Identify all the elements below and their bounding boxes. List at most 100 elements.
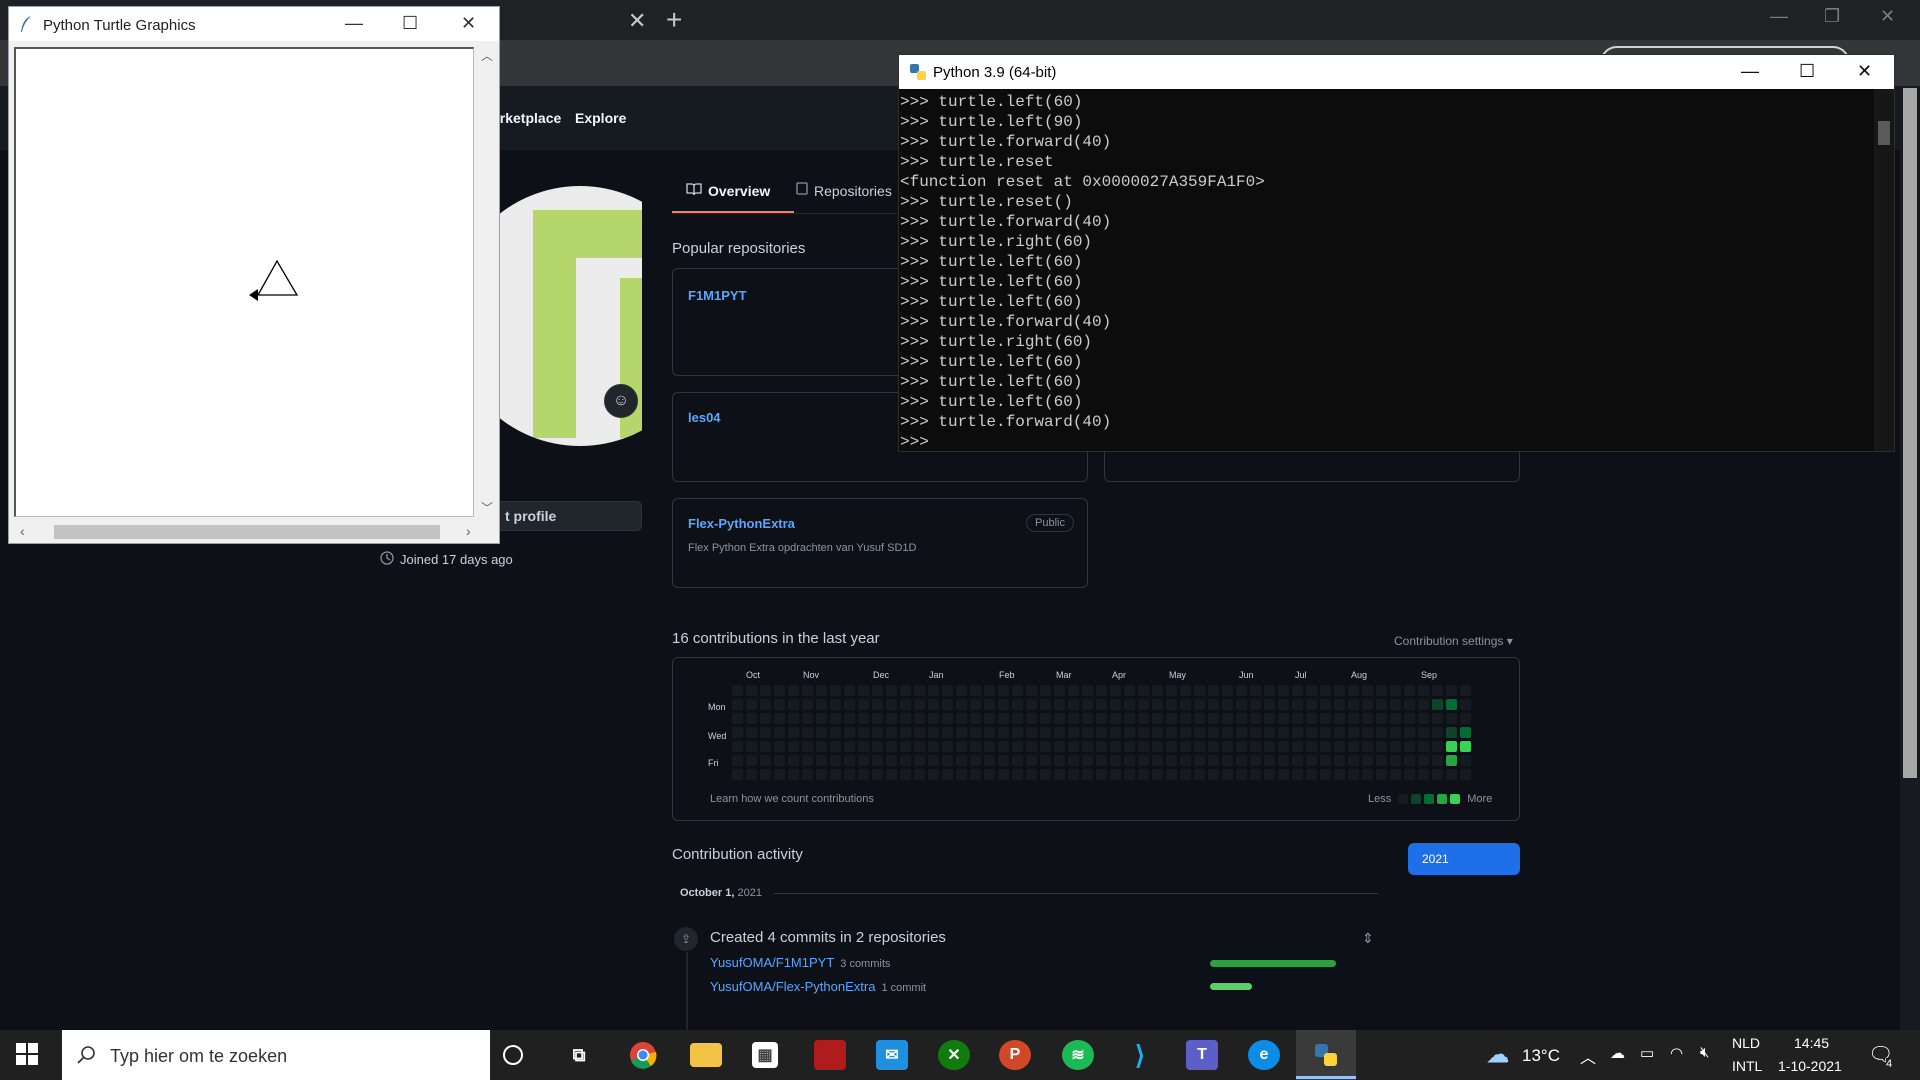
- contribution-day-cell[interactable]: [1348, 685, 1359, 696]
- contribution-day-cell[interactable]: [788, 741, 799, 752]
- contribution-day-cell[interactable]: [1026, 755, 1037, 766]
- contribution-day-cell[interactable]: [1040, 755, 1051, 766]
- contribution-day-cell[interactable]: [1236, 713, 1247, 724]
- repo-link-les04[interactable]: les04: [688, 410, 721, 425]
- contribution-day-cell[interactable]: [1110, 769, 1121, 780]
- contribution-day-cell[interactable]: [1110, 741, 1121, 752]
- contribution-day-cell[interactable]: [1068, 685, 1079, 696]
- contribution-day-cell[interactable]: [886, 699, 897, 710]
- contribution-day-cell[interactable]: [1208, 769, 1219, 780]
- contribution-day-cell[interactable]: [970, 741, 981, 752]
- contribution-day-cell[interactable]: [998, 769, 1009, 780]
- contribution-day-cell[interactable]: [956, 769, 967, 780]
- contribution-day-cell[interactable]: [1096, 685, 1107, 696]
- contribution-day-cell[interactable]: [1390, 685, 1401, 696]
- contribution-day-cell[interactable]: [956, 685, 967, 696]
- contribution-day-cell[interactable]: [1138, 741, 1149, 752]
- turtle-close-button[interactable]: ✕: [461, 13, 476, 34]
- contribution-day-cell[interactable]: [1334, 685, 1345, 696]
- contribution-day-cell[interactable]: [1404, 755, 1415, 766]
- file-explorer-icon[interactable]: [690, 1043, 722, 1067]
- contribution-day-cell[interactable]: [1110, 685, 1121, 696]
- contribution-day-cell[interactable]: [998, 755, 1009, 766]
- browser-tab-close-button[interactable]: ✕: [628, 8, 646, 34]
- contribution-day-cell[interactable]: [1446, 755, 1457, 766]
- contribution-day-cell[interactable]: [942, 713, 953, 724]
- contribution-day-cell[interactable]: [802, 755, 813, 766]
- contribution-day-cell[interactable]: [886, 685, 897, 696]
- contribution-day-cell[interactable]: [788, 755, 799, 766]
- contribution-day-cell[interactable]: [1194, 741, 1205, 752]
- contribution-day-cell[interactable]: [872, 741, 883, 752]
- contribution-day-cell[interactable]: [872, 755, 883, 766]
- contribution-day-cell[interactable]: [1026, 713, 1037, 724]
- contribution-day-cell[interactable]: [1124, 713, 1135, 724]
- vscode-icon[interactable]: ⟩: [1124, 1040, 1156, 1070]
- contribution-day-cell[interactable]: [746, 741, 757, 752]
- contribution-day-cell[interactable]: [732, 727, 743, 738]
- contribution-day-cell[interactable]: [1306, 769, 1317, 780]
- contribution-day-cell[interactable]: [1194, 755, 1205, 766]
- contribution-day-cell[interactable]: [1278, 685, 1289, 696]
- contribution-day-cell[interactable]: [802, 699, 813, 710]
- contribution-day-cell[interactable]: [732, 685, 743, 696]
- contribution-day-cell[interactable]: [900, 727, 911, 738]
- contribution-day-cell[interactable]: [1194, 727, 1205, 738]
- contribution-day-cell[interactable]: [970, 699, 981, 710]
- contribution-day-cell[interactable]: [984, 769, 995, 780]
- contribution-day-cell[interactable]: [1278, 727, 1289, 738]
- contribution-day-cell[interactable]: [732, 755, 743, 766]
- contribution-day-cell[interactable]: [900, 699, 911, 710]
- contribution-day-cell[interactable]: [1054, 713, 1065, 724]
- contribution-day-cell[interactable]: [802, 741, 813, 752]
- contribution-day-cell[interactable]: [1208, 727, 1219, 738]
- contribution-day-cell[interactable]: [872, 713, 883, 724]
- repo-link-f1m1pyt[interactable]: F1M1PYT: [688, 288, 747, 303]
- commit-row[interactable]: YusufOMA/Flex-PythonExtra 1 commit: [710, 979, 926, 994]
- contribution-day-cell[interactable]: [1348, 727, 1359, 738]
- contribution-day-cell[interactable]: [1390, 755, 1401, 766]
- contribution-day-cell[interactable]: [1040, 727, 1051, 738]
- contribution-day-cell[interactable]: [1222, 755, 1233, 766]
- tab-overview[interactable]: Overview: [686, 182, 770, 199]
- contribution-day-cell[interactable]: [1362, 769, 1373, 780]
- contribution-day-cell[interactable]: [1250, 685, 1261, 696]
- new-tab-button[interactable]: +: [666, 4, 682, 36]
- clock-time[interactable]: 14:45: [1794, 1035, 1829, 1051]
- contribution-day-cell[interactable]: [1334, 713, 1345, 724]
- contribution-day-cell[interactable]: [984, 685, 995, 696]
- contribution-day-cell[interactable]: [788, 699, 799, 710]
- contribution-day-cell[interactable]: [844, 741, 855, 752]
- contribution-day-cell[interactable]: [1320, 713, 1331, 724]
- contribution-day-cell[interactable]: [1334, 755, 1345, 766]
- contribution-day-cell[interactable]: [1460, 713, 1471, 724]
- contribution-day-cell[interactable]: [1166, 727, 1177, 738]
- contribution-day-cell[interactable]: [984, 727, 995, 738]
- contribution-day-cell[interactable]: [1012, 769, 1023, 780]
- contribution-day-cell[interactable]: [956, 755, 967, 766]
- python-maximize-button[interactable]: ☐: [1799, 61, 1815, 82]
- contribution-day-cell[interactable]: [886, 755, 897, 766]
- contribution-day-cell[interactable]: [746, 685, 757, 696]
- teams-icon[interactable]: T: [1186, 1040, 1218, 1070]
- contribution-day-cell[interactable]: [1348, 769, 1359, 780]
- contribution-day-cell[interactable]: [1334, 727, 1345, 738]
- nav-marketplace-link[interactable]: arketplace: [492, 110, 561, 126]
- contribution-day-cell[interactable]: [1306, 685, 1317, 696]
- contribution-day-cell[interactable]: [1152, 727, 1163, 738]
- clock-date[interactable]: 1-10-2021: [1778, 1058, 1842, 1074]
- contribution-day-cell[interactable]: [1306, 699, 1317, 710]
- contribution-day-cell[interactable]: [998, 713, 1009, 724]
- contribution-day-cell[interactable]: [1040, 713, 1051, 724]
- contribution-day-cell[interactable]: [1110, 755, 1121, 766]
- contribution-day-cell[interactable]: [1054, 741, 1065, 752]
- contribution-day-cell[interactable]: [1432, 741, 1443, 752]
- contribution-day-cell[interactable]: [1054, 769, 1065, 780]
- contribution-day-cell[interactable]: [1236, 699, 1247, 710]
- contribution-day-cell[interactable]: [1180, 699, 1191, 710]
- contribution-day-cell[interactable]: [1390, 769, 1401, 780]
- contribution-day-cell[interactable]: [746, 769, 757, 780]
- contribution-day-cell[interactable]: [760, 755, 771, 766]
- contribution-day-cell[interactable]: [1250, 713, 1261, 724]
- contribution-day-cell[interactable]: [1110, 713, 1121, 724]
